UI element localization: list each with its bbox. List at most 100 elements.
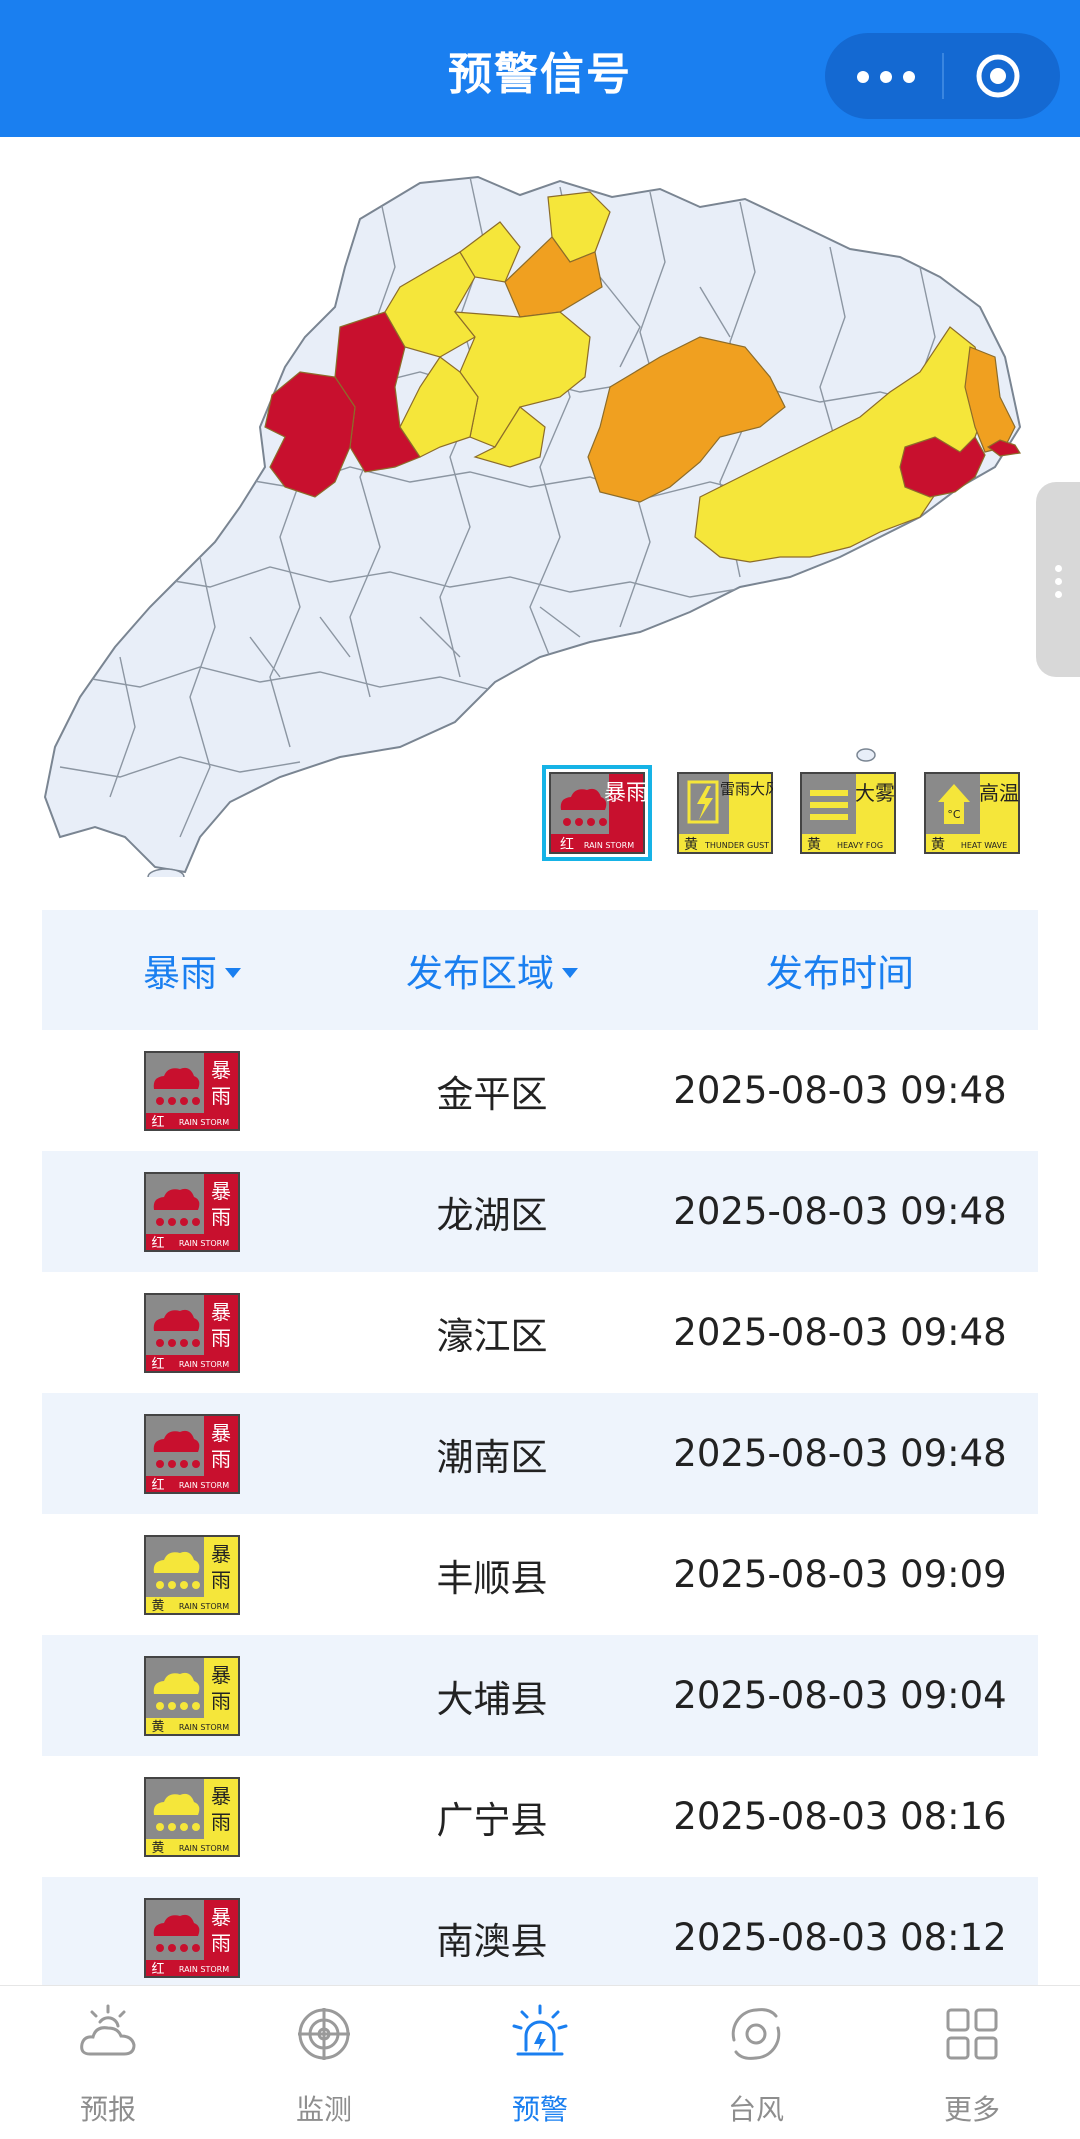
rainstorm-red-signal-icon: 暴雨 红 RAIN STORM (549, 772, 648, 854)
bottom-navigation: 预报 监测 预警 台风 更多 (0, 1985, 1080, 2139)
header-label: 暴雨 (143, 952, 217, 995)
badge-main-text: 雨 (211, 1689, 231, 1713)
time-cell: 2025-08-03 09:09 (673, 1553, 1007, 1596)
nav-warning[interactable]: 预警 (432, 1986, 648, 2139)
table-header: 暴雨 发布区域 发布时间 (42, 910, 1038, 1030)
badge-english-text: RAIN STORM (179, 1239, 229, 1248)
badge-main-text: 雨 (211, 1326, 231, 1350)
more-options-button[interactable] (855, 59, 925, 93)
badge-main-text: 暴 (211, 1179, 231, 1203)
table-row[interactable]: 暴雨红 RAIN STORM 龙湖区 2025-08-03 09:48 (42, 1151, 1038, 1272)
legend-heat-wave-yellow[interactable]: °C 高温 黄 HEAT WAVE (924, 772, 1020, 854)
rainstorm-yellow-signal-icon: 暴雨黄 RAIN STORM (144, 1776, 240, 1857)
nav-monitor[interactable]: 监测 (216, 1986, 432, 2139)
badge-level-text: 红 (151, 1235, 164, 1251)
badge-main-text: 雨 (211, 1810, 231, 1834)
badge-main-text: 暴 (211, 1421, 231, 1445)
legend-label: 暴雨 (604, 781, 645, 806)
time-cell: 2025-08-03 09:04 (673, 1674, 1007, 1717)
badge-english-text: RAIN STORM (179, 1965, 229, 1974)
handle-dot (1055, 565, 1062, 572)
heavy-fog-yellow-signal-icon: 大雾 黄 HEAVY FOG (800, 772, 896, 854)
legend-thunder-gust-yellow[interactable]: 雷雨大风 黄 THUNDER GUST (677, 772, 780, 854)
rainstorm-red-signal-icon: 暴雨红 RAIN STORM (144, 1171, 240, 1252)
badge-main-text: 雨 (211, 1931, 231, 1955)
nav-label: 预报 (79, 2093, 136, 2126)
legend-rainstorm-red[interactable]: 暴雨 红 RAIN STORM (542, 765, 652, 861)
signal-cell: 暴雨黄 RAIN STORM (42, 1655, 342, 1736)
badge-level-text: 红 (151, 1477, 164, 1493)
area-filter-dropdown[interactable]: 发布区域 (342, 943, 642, 997)
area-cell: 丰顺县 (436, 1556, 548, 1600)
table-body: 暴雨红 RAIN STORM 金平区 2025-08-03 09:48 暴雨红 RAIN … (42, 1030, 1038, 1998)
badge-main-text: 暴 (211, 1663, 231, 1687)
rainstorm-red-signal-icon: 暴雨红 RAIN STORM (144, 1050, 240, 1131)
nav-label: 预警 (511, 2093, 568, 2126)
table-row[interactable]: 暴雨红 RAIN STORM 南澳县 2025-08-03 08:12 (42, 1877, 1038, 1998)
forecast-weather-icon (80, 2004, 136, 2056)
nav-forecast[interactable]: 预报 (0, 1986, 216, 2139)
type-filter-dropdown[interactable]: 暴雨 (42, 943, 342, 997)
nav-typhoon[interactable]: 台风 (648, 1986, 864, 2139)
badge-english-text: RAIN STORM (179, 1118, 229, 1127)
time-cell: 2025-08-03 08:12 (673, 1916, 1007, 1959)
english-text: THUNDER GUST (704, 841, 769, 850)
time-cell: 2025-08-03 09:48 (673, 1069, 1007, 1112)
badge-main-text: 雨 (211, 1447, 231, 1471)
nav-label: 更多 (943, 2093, 1000, 2126)
badge-level-text: 黄 (151, 1599, 164, 1614)
legend-label: 大雾 (855, 781, 895, 805)
time-cell: 2025-08-03 09:48 (673, 1432, 1007, 1475)
warning-table: 暴雨 发布区域 发布时间 暴雨红 RAIN STORM 金平区 2025-08-03 … (42, 910, 1038, 1998)
area-cell: 南澳县 (436, 1919, 548, 1963)
signal-cell: 暴雨黄 RAIN STORM (42, 1776, 342, 1857)
badge-main-text: 雨 (211, 1205, 231, 1229)
time-cell: 2025-08-03 08:16 (673, 1795, 1007, 1838)
table-row[interactable]: 暴雨红 RAIN STORM 金平区 2025-08-03 09:48 (42, 1030, 1038, 1151)
typhoon-icon (731, 2008, 781, 2060)
level-text: 黄 (684, 836, 698, 853)
caret-down-icon (562, 968, 578, 978)
dot-icon (903, 71, 915, 83)
warning-siren-icon (512, 2004, 568, 2056)
table-row[interactable]: 暴雨红 RAIN STORM 濠江区 2025-08-03 09:48 (42, 1272, 1038, 1393)
header-label: 发布时间 (766, 952, 914, 995)
nav-label: 监测 (295, 2093, 352, 2126)
area-cell: 广宁县 (436, 1798, 548, 1842)
badge-english-text: RAIN STORM (179, 1723, 229, 1732)
table-row[interactable]: 暴雨黄 RAIN STORM 广宁县 2025-08-03 08:16 (42, 1756, 1038, 1877)
side-drawer-handle[interactable] (1036, 482, 1080, 677)
time-column-header: 发布时间 (642, 943, 1038, 997)
rainstorm-yellow-signal-icon: 暴雨黄 RAIN STORM (144, 1534, 240, 1615)
english-text: HEAT WAVE (961, 841, 1007, 850)
table-row[interactable]: 暴雨黄 RAIN STORM 丰顺县 2025-08-03 09:09 (42, 1514, 1038, 1635)
legend-heavy-fog-yellow[interactable]: 大雾 黄 HEAVY FOG (800, 772, 896, 854)
warning-map[interactable] (0, 137, 1080, 886)
badge-main-text: 雨 (211, 1084, 231, 1108)
badge-level-text: 黄 (151, 1720, 164, 1735)
table-row[interactable]: 暴雨黄 RAIN STORM 大埔县 2025-08-03 09:04 (42, 1635, 1038, 1756)
rainstorm-red-signal-icon: 暴雨红 RAIN STORM (144, 1897, 240, 1978)
badge-main-text: 暴 (211, 1905, 231, 1929)
handle-dot (1055, 591, 1062, 598)
caret-down-icon (225, 968, 241, 978)
nav-more[interactable]: 更多 (864, 1986, 1080, 2139)
miniprogram-capsule (825, 33, 1060, 119)
header-label: 发布区域 (406, 952, 554, 995)
guangdong-map (44, 176, 1021, 886)
badge-main-text: 暴 (211, 1542, 231, 1566)
rainstorm-yellow-signal-icon: 暴雨黄 RAIN STORM (144, 1655, 240, 1736)
close-miniprogram-icon[interactable] (975, 53, 1021, 99)
area-cell: 濠江区 (436, 1314, 548, 1358)
badge-level-text: 红 (151, 1356, 164, 1372)
badge-english-text: RAIN STORM (179, 1360, 229, 1369)
table-row[interactable]: 暴雨红 RAIN STORM 潮南区 2025-08-03 09:48 (42, 1393, 1038, 1514)
badge-english-text: RAIN STORM (179, 1844, 229, 1853)
badge-level-text: 红 (151, 1961, 164, 1977)
time-cell: 2025-08-03 09:48 (673, 1311, 1007, 1354)
capsule-divider (942, 53, 944, 99)
area-cell: 金平区 (436, 1072, 548, 1116)
signal-cell: 暴雨红 RAIN STORM (42, 1292, 342, 1373)
rainstorm-red-signal-icon: 暴雨红 RAIN STORM (144, 1413, 240, 1494)
rainstorm-red-signal-icon: 暴雨红 RAIN STORM (144, 1292, 240, 1373)
